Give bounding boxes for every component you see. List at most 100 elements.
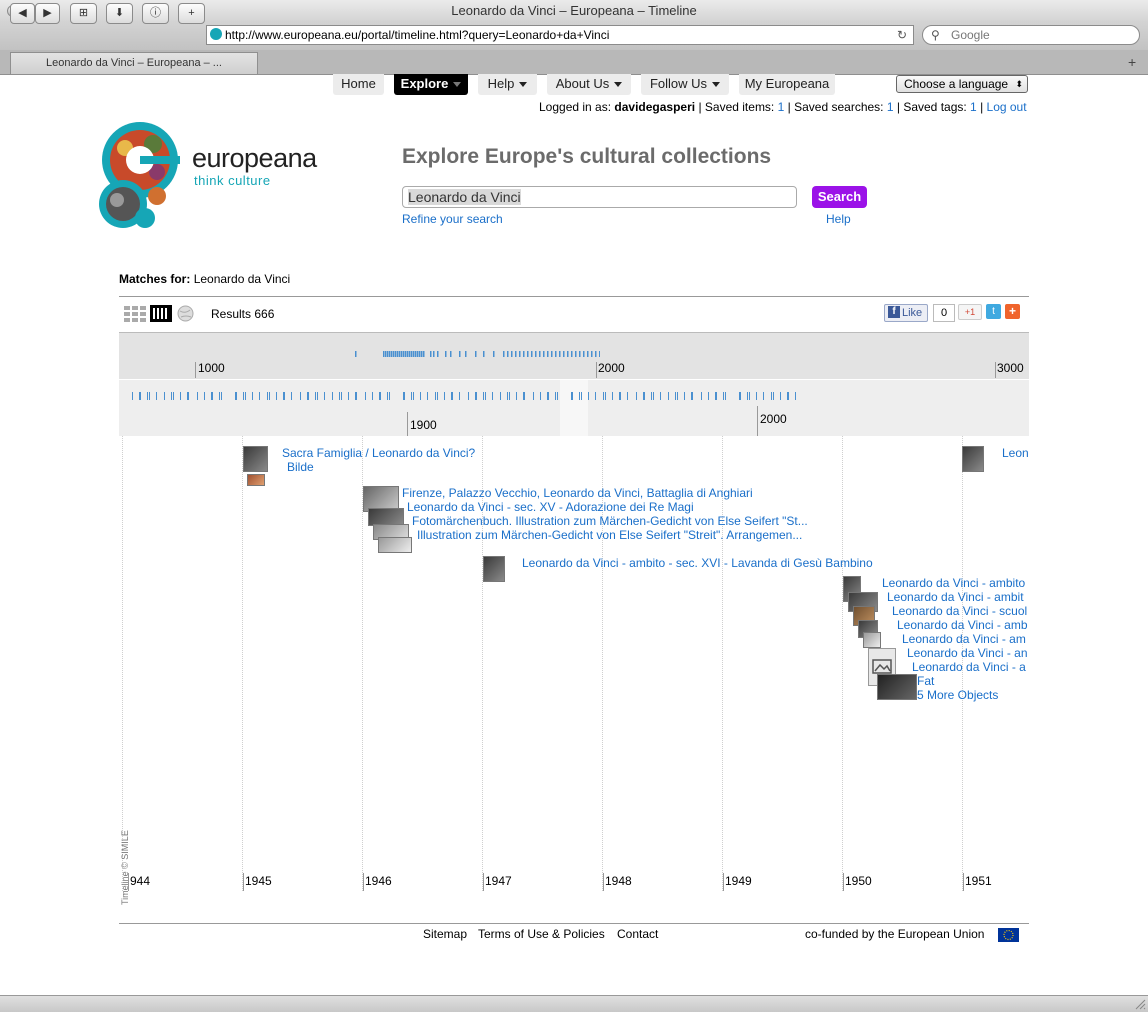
downloads-icon[interactable]: ⬇ [106,3,133,24]
chevron-down-icon [453,82,462,88]
nav-help[interactable]: Help [478,74,537,95]
event-link[interactable]: Leonardo da Vinci - an [907,646,1029,660]
event-link[interactable]: Leonardo da Vinci - scuol [892,604,1029,618]
google-plus-button[interactable]: +1 [958,304,982,320]
year-label: 1948 [605,874,632,888]
nav-follow-us[interactable]: Follow Us [641,74,729,95]
grid-view-icon[interactable] [124,305,146,322]
saved-searches-link[interactable]: 1 [887,100,894,114]
year-label: 1949 [725,874,752,888]
event-thumbnail[interactable] [962,446,984,472]
event-link[interactable]: Bilde [287,460,314,474]
back-button[interactable]: ◀ [10,3,35,24]
refine-search-link[interactable]: Refine your search [402,212,503,226]
event-link[interactable]: Fotomärchenbuch. Illustration zum Märche… [412,514,808,528]
map-view-globe-icon[interactable] [177,305,194,322]
footer-sitemap-link[interactable]: Sitemap [423,927,467,941]
event-link[interactable]: Leonardo da Vinci - ambito - sec. XVI - … [522,556,873,570]
detail-band-highlight [560,380,588,436]
footer-contact-link[interactable]: Contact [617,927,658,941]
brand-name: europeana [192,143,317,173]
language-select-label: Choose a language [904,77,1009,91]
event-link[interactable]: Illustration zum Märchen-Gedicht von Els… [417,528,802,542]
select-arrows-icon: ⬍ [1015,79,1023,89]
browser-search-field[interactable]: ⚲ Google [922,25,1140,45]
detail-label-1900: 1900 [410,418,437,432]
event-link[interactable]: Leonardo da Vinci - am [902,632,1029,646]
saved-tags-link[interactable]: 1 [970,100,977,114]
overview-tick [195,362,196,378]
forward-button[interactable]: ▶ [35,3,60,24]
reload-icon[interactable]: ↻ [897,26,907,44]
nav-my-europeana[interactable]: My Europeana [739,74,835,95]
browser-tab[interactable]: Leonardo da Vinci – Europeana – ... [10,52,258,74]
nav-about-us[interactable]: About Us [547,74,631,95]
window-titlebar: Leonardo da Vinci – Europeana – Timeline [0,0,1148,22]
new-tab-icon[interactable]: + [178,3,205,24]
event-link[interactable]: Sacra Famiglia / Leonardo da Vinci? [282,446,475,460]
footer-divider [119,923,1029,924]
nav-home[interactable]: Home [333,74,384,95]
page-headline: Explore Europe's cultural collections [402,145,772,168]
footer-terms-link[interactable]: Terms of Use & Policies [478,927,605,941]
nav-explore[interactable]: Explore [394,74,468,95]
year-label: 1950 [845,874,872,888]
event-thumbnail[interactable] [877,674,917,700]
event-thumbnail[interactable] [243,446,268,472]
language-select[interactable]: Choose a language ⬍ [896,75,1028,93]
overview-label-1000: 1000 [198,361,225,375]
overview-tick [995,362,996,378]
matches-label: Matches for: [119,272,191,286]
year-gridline [842,436,843,891]
saved-items-link[interactable]: 1 [778,100,785,114]
timeline-credit[interactable]: Timeline © SIMILE [120,815,130,905]
year-tick [603,873,604,891]
share-plus-icon[interactable]: + [1005,304,1020,319]
year-tick [723,873,724,891]
results-count: Results 666 [211,307,275,321]
year-tick [243,873,244,891]
brand-tagline: think culture [194,173,271,188]
browser-search-placeholder: Google [951,28,990,42]
event-link[interactable]: Leonardo da Vinci - sec. XV - Adorazione… [407,500,694,514]
event-link[interactable]: Leonardo da Vinci - ambito [882,576,1029,590]
more-objects-link[interactable]: 5 More Objects [917,688,998,702]
year-tick [483,873,484,891]
nav-help-label: Help [487,76,515,91]
add-bookmark-icon[interactable]: ⊞ [70,3,97,24]
year-gridline [722,436,723,891]
year-gridline [242,436,243,891]
facebook-like-button[interactable]: f Like [884,304,928,322]
search-button[interactable]: Search [812,186,867,208]
overview-tick [596,362,597,378]
event-link[interactable]: Leonardo da Vinci - amb [897,618,1029,632]
event-thumbnail[interactable] [863,632,881,648]
chevron-down-icon [614,82,623,88]
info-icon[interactable]: ⓘ [142,3,169,24]
event-thumbnail[interactable] [483,556,505,582]
site-favicon-icon [210,28,222,40]
event-link[interactable]: Fat [917,674,934,688]
new-tab-plus-icon[interactable]: + [1128,54,1136,70]
event-link[interactable]: Leonardo da Vinci - ambit [887,590,1029,604]
logout-link[interactable]: Log out [987,100,1027,114]
help-link[interactable]: Help [826,212,851,226]
event-thumbnail[interactable] [378,537,412,553]
event-link[interactable]: Firenze, Palazzo Vecchio, Leonardo da Vi… [402,486,753,500]
detail-tick [757,406,758,436]
event-link[interactable]: Leonardo da Vinci - a [912,660,1029,674]
facebook-icon: f [888,306,900,318]
timeline-view-icon[interactable] [150,305,172,322]
year-label: 1947 [485,874,512,888]
resize-grip-icon[interactable] [1134,998,1146,1010]
twitter-icon[interactable]: t [986,304,1001,319]
address-bar[interactable]: http://www.europeana.eu/portal/timeline.… [206,25,914,45]
search-input[interactable]: Leonardo da Vinci [402,186,797,208]
login-status: Logged in as: davidegasperi | Saved item… [539,100,1027,114]
event-link[interactable]: Leon [1002,446,1029,460]
username: davidegasperi [614,100,696,114]
chevron-down-icon [712,82,721,88]
nav-home-label: Home [341,76,376,91]
event-thumbnail[interactable] [247,474,265,486]
overview-label-2000: 2000 [598,361,625,375]
